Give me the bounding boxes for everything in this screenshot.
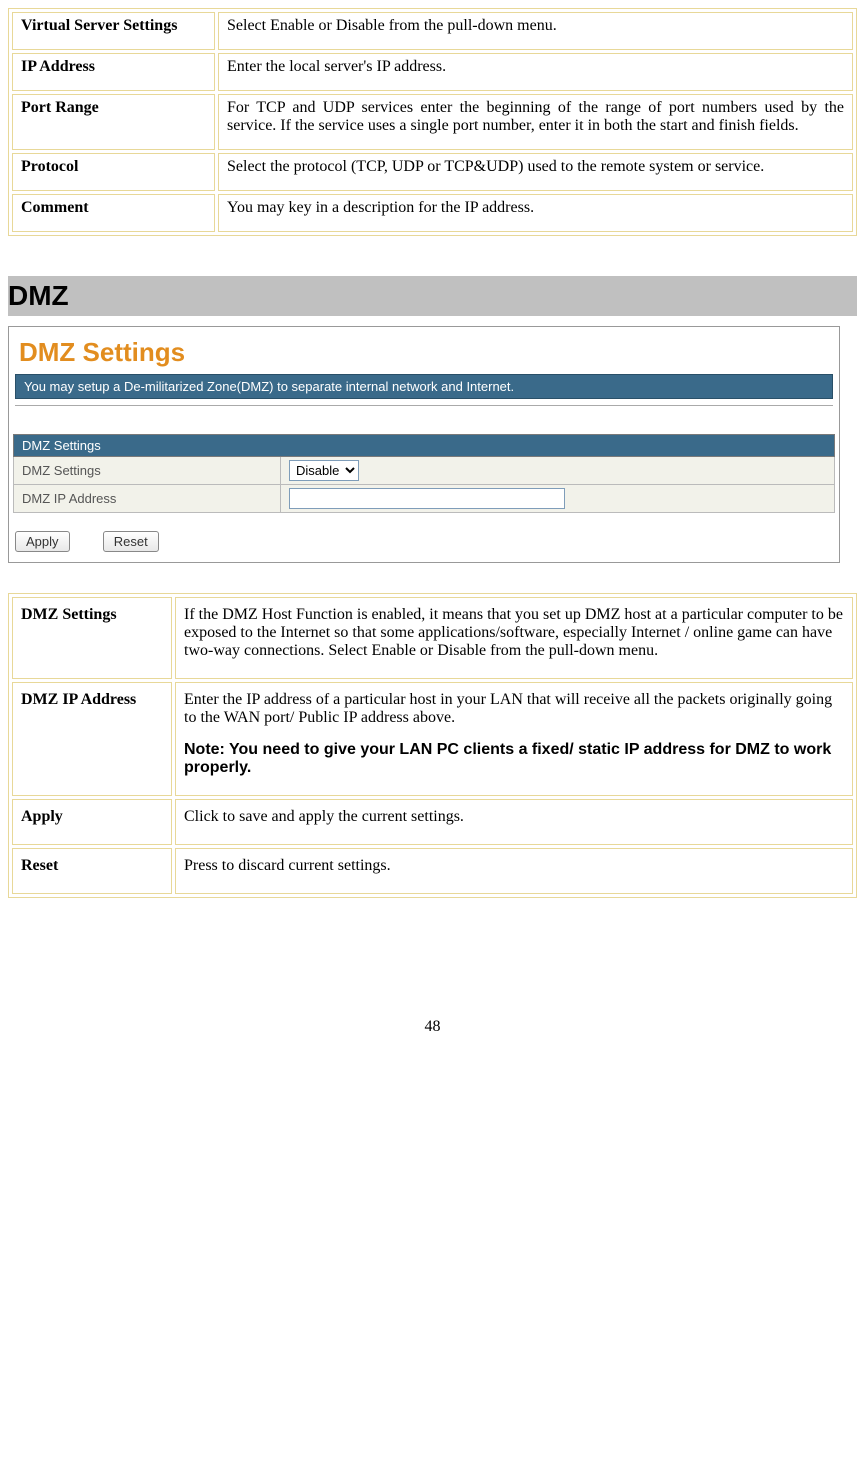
row-key: Virtual Server Settings [12,12,215,50]
row-key: Reset [12,848,172,894]
table-row: Virtual Server Settings Select Enable or… [12,12,853,50]
row-note: Note: You need to give your LAN PC clien… [184,741,844,777]
form-row: DMZ Settings Disable [14,457,835,485]
row-val: For TCP and UDP services enter the begin… [218,94,853,150]
table-row: DMZ IP Address Enter the IP address of a… [12,682,853,796]
dmz-ip-cell [281,485,835,513]
apply-button[interactable]: Apply [15,531,70,552]
row-val: Click to save and apply the current sett… [175,799,853,845]
row-key: DMZ Settings [12,597,172,679]
row-val: Enter the local server's IP address. [218,53,853,91]
row-key: IP Address [12,53,215,91]
row-val: Select Enable or Disable from the pull-d… [218,12,853,50]
dmz-settings-cell: Disable [281,457,835,485]
reset-button[interactable]: Reset [103,531,159,552]
table-row: Apply Click to save and apply the curren… [12,799,853,845]
row-val: You may key in a description for the IP … [218,194,853,232]
section-title-dmz: DMZ [8,276,857,316]
button-row: Apply Reset [9,513,839,562]
row-key: Comment [12,194,215,232]
dmz-ip-label: DMZ IP Address [14,485,281,513]
row-val: Press to discard current settings. [175,848,853,894]
row-key: DMZ IP Address [12,682,172,796]
dmz-settings-select[interactable]: Disable [289,460,359,481]
row-val: Select the protocol (TCP, UDP or TCP&UDP… [218,153,853,191]
form-header: DMZ Settings [14,435,835,457]
table-row: Protocol Select the protocol (TCP, UDP o… [12,153,853,191]
table-row: Port Range For TCP and UDP services ente… [12,94,853,150]
divider [15,405,833,406]
screenshot-banner: You may setup a De-militarized Zone(DMZ)… [15,374,833,399]
screenshot-title: DMZ Settings [9,327,839,370]
page-number: 48 [8,1018,857,1036]
row-val: Enter the IP address of a particular hos… [184,691,832,726]
table-row: Reset Press to discard current settings. [12,848,853,894]
table-row: Comment You may key in a description for… [12,194,853,232]
table-row: DMZ Settings If the DMZ Host Function is… [12,597,853,679]
row-key: Apply [12,799,172,845]
dmz-desc-table: DMZ Settings If the DMZ Host Function is… [8,593,857,898]
dmz-form-table: DMZ Settings DMZ Settings Disable DMZ IP… [13,434,835,513]
row-key: Protocol [12,153,215,191]
dmz-settings-screenshot: DMZ Settings You may setup a De-militari… [8,326,840,563]
dmz-ip-input[interactable] [289,488,565,509]
table-row: IP Address Enter the local server's IP a… [12,53,853,91]
row-val: If the DMZ Host Function is enabled, it … [175,597,853,679]
virtual-server-desc-table: Virtual Server Settings Select Enable or… [8,8,857,236]
dmz-settings-label: DMZ Settings [14,457,281,485]
form-row: DMZ IP Address [14,485,835,513]
row-val-cell: Enter the IP address of a particular hos… [175,682,853,796]
row-key: Port Range [12,94,215,150]
